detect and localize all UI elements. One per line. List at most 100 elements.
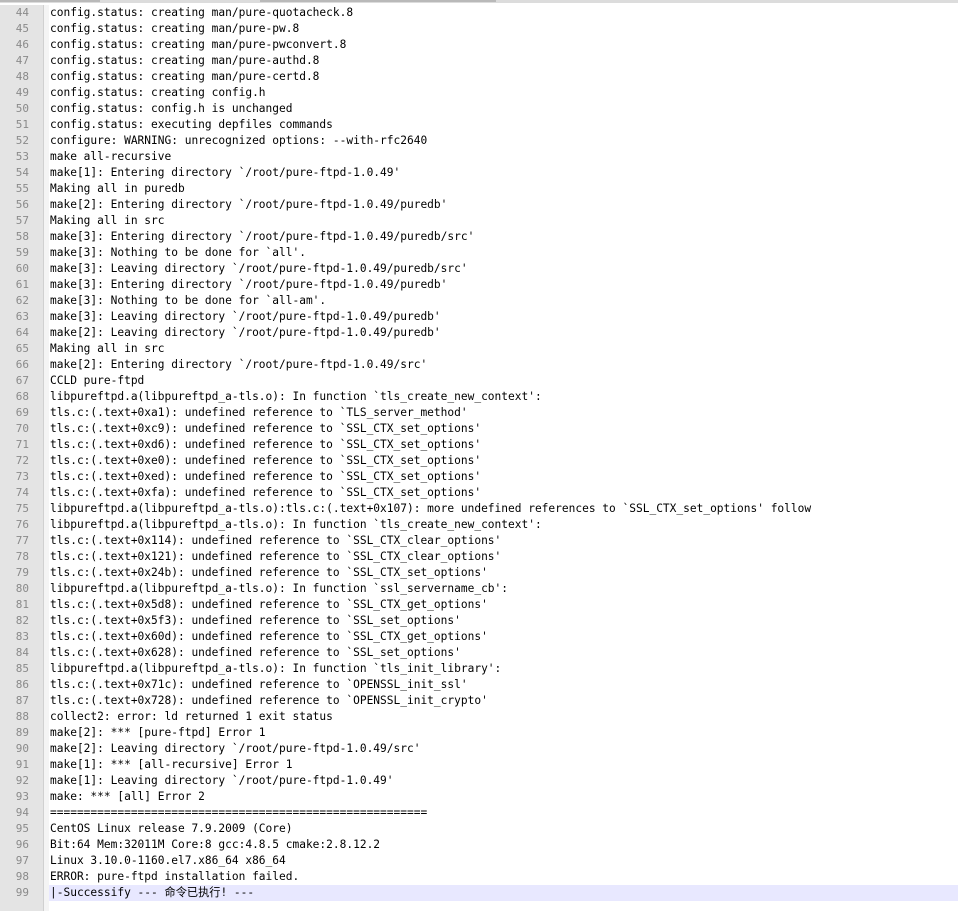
line-number: 76 [15,518,29,531]
line-number: 61 [15,278,29,291]
code-line[interactable]: CentOS Linux release 7.9.2009 (Core) [49,821,958,837]
line-number: 60 [15,262,29,275]
line-text: config.status: creating config.h [50,86,266,99]
code-line[interactable]: libpureftpd.a(libpureftpd_a-tls.o):tls.c… [49,501,958,517]
code-line[interactable]: tls.c:(.text+0xa1): undefined reference … [49,405,958,421]
code-line[interactable]: libpureftpd.a(libpureftpd_a-tls.o): In f… [49,581,958,597]
line-text: libpureftpd.a(libpureftpd_a-tls.o): In f… [50,582,509,595]
line-number: 67 [15,374,29,387]
line-number: 86 [15,678,29,691]
code-line[interactable]: tls.c:(.text+0xd6): undefined reference … [49,437,958,453]
code-line[interactable]: configure: WARNING: unrecognized options… [49,133,958,149]
code-line[interactable]: tls.c:(.text+0x728): undefined reference… [49,693,958,709]
code-line[interactable]: Linux 3.10.0-1160.el7.x86_64 x86_64 [49,853,958,869]
code-line[interactable]: Making all in puredb [49,181,958,197]
code-line[interactable]: make[1]: Entering directory `/root/pure-… [49,165,958,181]
line-number: 72 [15,454,29,467]
line-number: 63 [15,310,29,323]
code-line[interactable]: collect2: error: ld returned 1 exit stat… [49,709,958,725]
line-text: make[3]: Entering directory `/root/pure-… [50,230,475,243]
line-text: config.status: executing depfiles comman… [50,118,333,131]
code-line[interactable]: config.status: creating config.h [49,85,958,101]
code-line[interactable]: tls.c:(.text+0xe0): undefined reference … [49,453,958,469]
code-line[interactable]: make[3]: Entering directory `/root/pure-… [49,277,958,293]
code-line[interactable]: tls.c:(.text+0x71c): undefined reference… [49,677,958,693]
line-number: 46 [15,38,29,51]
code-line[interactable]: make[1]: Leaving directory `/root/pure-f… [49,773,958,789]
code-line[interactable]: make all-recursive [49,149,958,165]
code-line[interactable]: make[3]: Leaving directory `/root/pure-f… [49,261,958,277]
line-text: tls.c:(.text+0xed): undefined reference … [50,470,482,483]
code-line[interactable]: tls.c:(.text+0x5f3): undefined reference… [49,613,958,629]
code-line[interactable]: config.status: creating man/pure-pw.8 [49,21,958,37]
line-number: 92 [15,774,29,787]
code-line[interactable]: make[2]: Entering directory `/root/pure-… [49,197,958,213]
line-text: make[3]: Leaving directory `/root/pure-f… [50,262,468,275]
line-text: tls.c:(.text+0xfa): undefined reference … [50,486,482,499]
line-text: make[3]: Leaving directory `/root/pure-f… [50,310,441,323]
code-line[interactable]: tls.c:(.text+0xfa): undefined reference … [49,485,958,501]
code-line[interactable]: ERROR: pure-ftpd installation failed. [49,869,958,885]
code-line[interactable]: Making all in src [49,213,958,229]
code-line[interactable]: make[3]: Entering directory `/root/pure-… [49,229,958,245]
line-number: 74 [15,486,29,499]
line-text: Making all in puredb [50,182,185,195]
code-line[interactable]: config.status: creating man/pure-quotach… [49,5,958,21]
line-number: 84 [15,646,29,659]
code-line[interactable]: Making all in src [49,341,958,357]
line-number: 59 [15,246,29,259]
line-number: 89 [15,726,29,739]
code-line[interactable]: config.status: creating man/pure-pwconve… [49,37,958,53]
line-text: Bit:64 Mem:32011M Core:8 gcc:4.8.5 cmake… [50,838,381,851]
code-line[interactable]: libpureftpd.a(libpureftpd_a-tls.o): In f… [49,517,958,533]
code-line[interactable]: tls.c:(.text+0x121): undefined reference… [49,549,958,565]
code-line[interactable]: ========================================… [49,805,958,821]
line-text: tls.c:(.text+0x628): undefined reference… [50,646,461,659]
code-line[interactable]: libpureftpd.a(libpureftpd_a-tls.o): In f… [49,389,958,405]
line-text: Making all in src [50,342,165,355]
line-text: make[2]: Leaving directory `/root/pure-f… [50,742,421,755]
line-number: 81 [15,598,29,611]
code-line[interactable]: config.status: creating man/pure-certd.8 [49,69,958,85]
current-line[interactable]: |-Successify --- 命令已执行! --- [49,885,958,901]
code-line[interactable]: tls.c:(.text+0xed): undefined reference … [49,469,958,485]
code-line[interactable]: libpureftpd.a(libpureftpd_a-tls.o): In f… [49,661,958,677]
code-line[interactable]: make[2]: *** [pure-ftpd] Error 1 [49,725,958,741]
code-line[interactable]: make: *** [all] Error 2 [49,789,958,805]
code-line[interactable]: tls.c:(.text+0xc9): undefined reference … [49,421,958,437]
code-line[interactable]: tls.c:(.text+0x24b): undefined reference… [49,565,958,581]
code-line[interactable]: tls.c:(.text+0x60d): undefined reference… [49,629,958,645]
line-number: 96 [15,838,29,851]
line-number: 78 [15,550,29,563]
line-text: make[2]: Entering directory `/root/pure-… [50,198,448,211]
line-text: configure: WARNING: unrecognized options… [50,134,428,147]
line-number: 47 [15,54,29,67]
code-line[interactable]: make[2]: Leaving directory `/root/pure-f… [49,741,958,757]
line-text: Making all in src [50,214,165,227]
code-line[interactable]: config.status: creating man/pure-authd.8 [49,53,958,69]
line-text: tls.c:(.text+0x114): undefined reference… [50,534,502,547]
line-number: 49 [15,86,29,99]
code-line[interactable]: make[1]: *** [all-recursive] Error 1 [49,757,958,773]
code-line[interactable]: make[3]: Nothing to be done for `all'. [49,245,958,261]
line-number: 73 [15,470,29,483]
code-line[interactable]: config.status: executing depfiles comman… [49,117,958,133]
line-number: 77 [15,534,29,547]
code-line[interactable]: tls.c:(.text+0x628): undefined reference… [49,645,958,661]
line-text: libpureftpd.a(libpureftpd_a-tls.o): In f… [50,518,542,531]
line-text: libpureftpd.a(libpureftpd_a-tls.o): In f… [50,662,502,675]
code-line[interactable]: config.status: config.h is unchanged [49,101,958,117]
code-line[interactable]: make[3]: Leaving directory `/root/pure-f… [49,309,958,325]
code-line[interactable]: tls.c:(.text+0x5d8): undefined reference… [49,597,958,613]
code-line[interactable]: make[3]: Nothing to be done for `all-am'… [49,293,958,309]
code-line[interactable]: CCLD pure-ftpd [49,373,958,389]
code-line[interactable]: Bit:64 Mem:32011M Core:8 gcc:4.8.5 cmake… [49,837,958,853]
code-line[interactable]: tls.c:(.text+0x114): undefined reference… [49,533,958,549]
code-line[interactable]: make[2]: Entering directory `/root/pure-… [49,357,958,373]
line-text: make[3]: Nothing to be done for `all-am'… [50,294,327,307]
editor-text-area[interactable]: config.status: creating man/pure-quotach… [49,5,958,911]
line-text: tls.c:(.text+0x24b): undefined reference… [50,566,488,579]
code-line[interactable]: make[2]: Leaving directory `/root/pure-f… [49,325,958,341]
tab-strip-segment [0,0,100,2]
text-editor[interactable]: 44 45 46 47 48 49 50 51 52 53 54 55 56 57 58 59 60 61 62 63… [0,5,958,911]
